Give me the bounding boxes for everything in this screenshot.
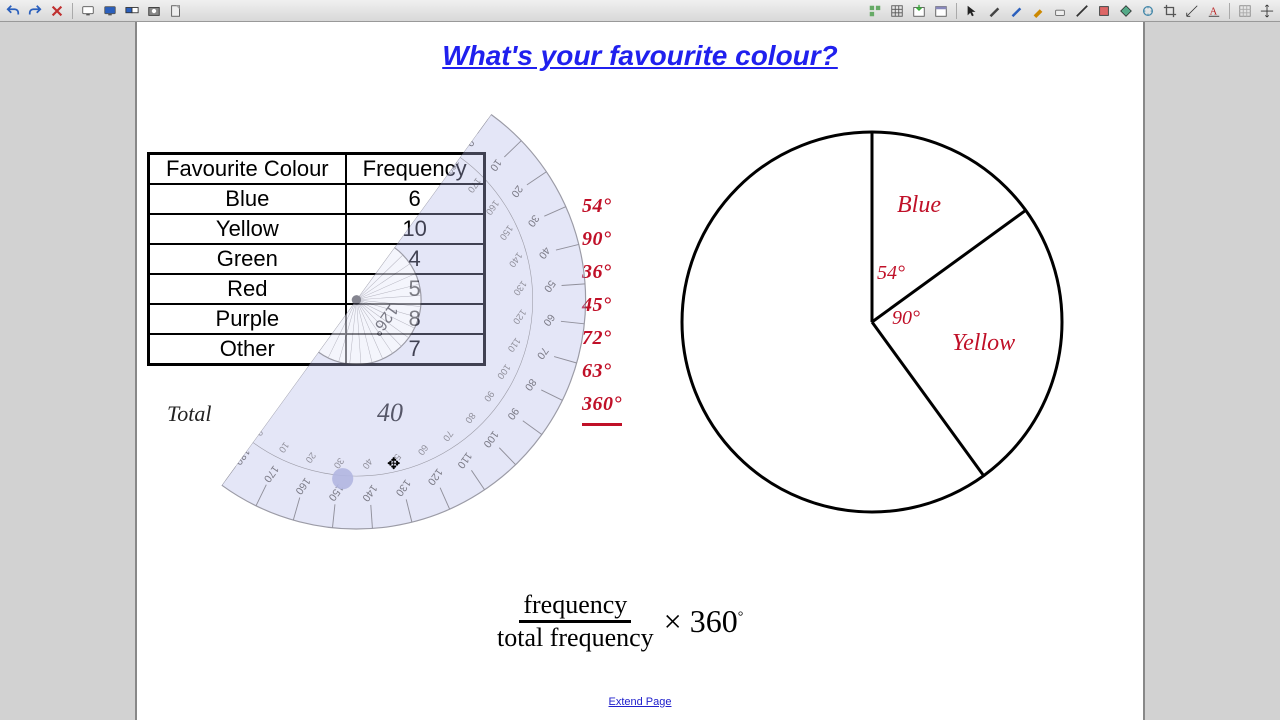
dual-screen-icon[interactable] xyxy=(123,2,141,20)
measure-icon[interactable] xyxy=(1183,2,1201,20)
screen2-icon[interactable] xyxy=(101,2,119,20)
grid-icon[interactable] xyxy=(1236,2,1254,20)
magic-icon[interactable] xyxy=(1139,2,1157,20)
undo-icon[interactable] xyxy=(4,2,22,20)
delete-icon[interactable] xyxy=(48,2,66,20)
screen1-icon[interactable] xyxy=(79,2,97,20)
fill-icon[interactable] xyxy=(1117,2,1135,20)
pen1-icon[interactable] xyxy=(985,2,1003,20)
pen2-icon[interactable] xyxy=(1007,2,1025,20)
page-tool-icon[interactable] xyxy=(167,2,185,20)
align-icon[interactable] xyxy=(866,2,884,20)
text-icon[interactable]: A xyxy=(1205,2,1223,20)
table-icon[interactable] xyxy=(888,2,906,20)
extend-page-link[interactable]: Extend Page xyxy=(137,696,1143,708)
insert-icon[interactable] xyxy=(910,2,928,20)
pie-slice-label-yellow: Yellow xyxy=(952,330,1015,357)
crop-icon[interactable] xyxy=(1161,2,1179,20)
move-cursor-icon: ✥ xyxy=(387,454,400,474)
line-icon[interactable] xyxy=(1073,2,1091,20)
pie-slice-angle-yellow: 90° xyxy=(892,307,920,330)
pie-slice-label-blue: Blue xyxy=(897,192,941,219)
app-toolbar: A xyxy=(0,0,1280,22)
calendar-icon[interactable] xyxy=(932,2,950,20)
pie-chart xyxy=(672,122,1072,522)
pie-slice-angle-blue: 54° xyxy=(877,262,905,285)
move-icon[interactable] xyxy=(1258,2,1276,20)
shape-icon[interactable] xyxy=(1095,2,1113,20)
angle-formula: frequency total frequency × 360° xyxy=(497,590,743,653)
highlighter-icon[interactable] xyxy=(1029,2,1047,20)
pointer-icon[interactable] xyxy=(963,2,981,20)
whiteboard-page: What's your favourite colour? Favourite … xyxy=(135,22,1145,720)
table-header-colour: Favourite Colour xyxy=(149,154,346,185)
redo-icon[interactable] xyxy=(26,2,44,20)
page-title: What's your favourite colour? xyxy=(137,40,1143,72)
eraser-icon[interactable] xyxy=(1051,2,1069,20)
capture-icon[interactable] xyxy=(145,2,163,20)
